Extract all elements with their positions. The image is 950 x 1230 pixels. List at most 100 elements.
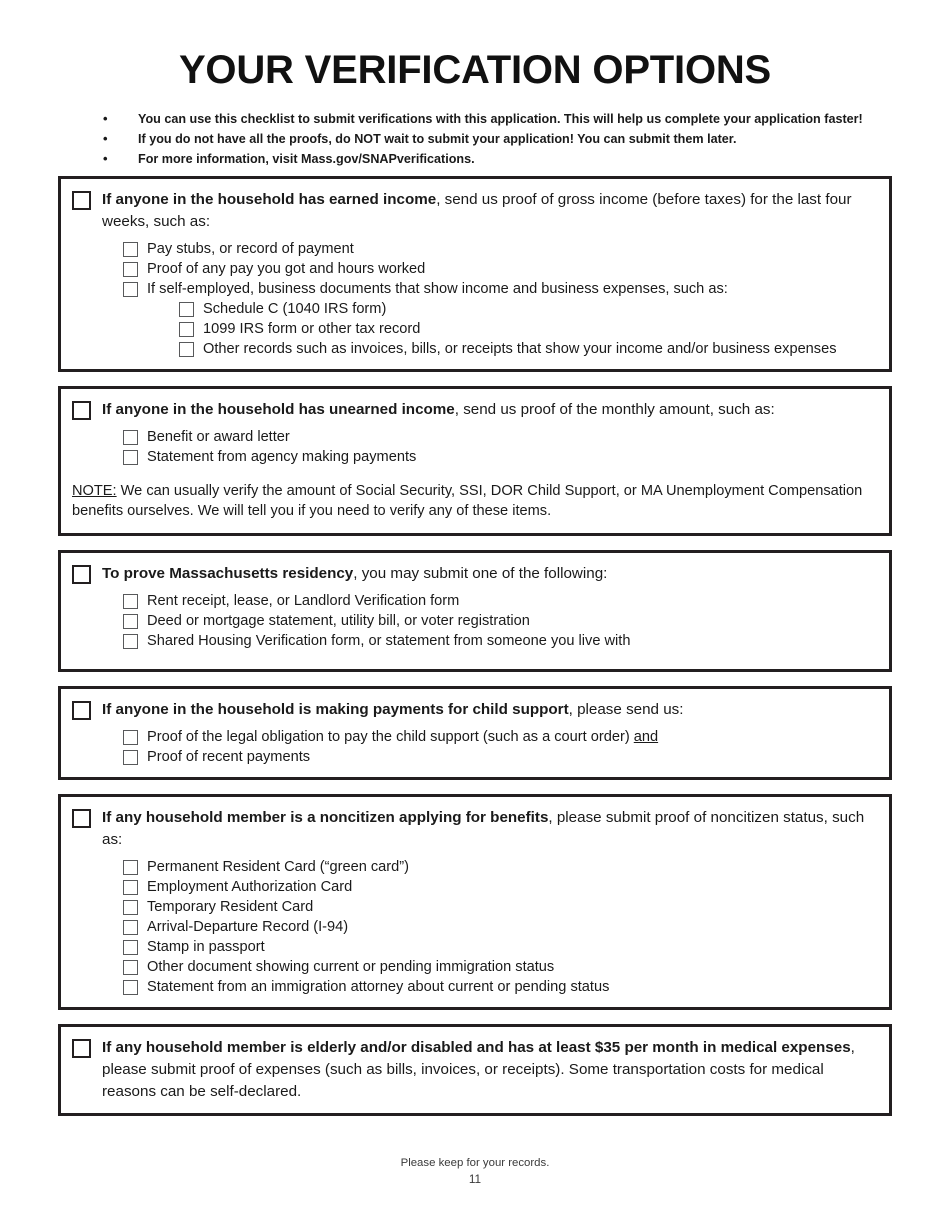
section-heading-row: To prove Massachusetts residency, you ma… (72, 563, 877, 585)
list-item: Shared Housing Verification form, or sta… (123, 631, 877, 651)
verification-sections: If anyone in the household has earned in… (58, 176, 892, 1130)
checkbox-item[interactable] (123, 730, 138, 745)
section-note-text: We can usually verify the amount of Soci… (72, 483, 863, 519)
checkbox-item[interactable] (123, 262, 138, 277)
section-heading-text: If anyone in the household has earned in… (102, 189, 877, 233)
checkbox-item[interactable] (123, 980, 138, 995)
list-item: Arrival-Departure Record (I-94) (123, 917, 877, 937)
list-item-label: Statement from an immigration attorney a… (147, 979, 610, 995)
list-item-emphasis: and (633, 729, 659, 745)
checkbox-item[interactable] (123, 960, 138, 975)
list-item-text: Rent receipt, lease, or Landlord Verific… (147, 591, 877, 611)
list-item-label: Temporary Resident Card (147, 899, 314, 915)
checkbox-item[interactable] (123, 880, 138, 895)
list-item: Proof of any pay you got and hours worke… (123, 259, 877, 279)
list-item-text: Statement from an immigration attorney a… (147, 977, 877, 997)
section-heading-row: If anyone in the household has earned in… (72, 189, 877, 233)
page-title: YOUR VERIFICATION OPTIONS (178, 48, 772, 92)
checkbox-earned-income[interactable] (72, 191, 91, 210)
checkbox-item[interactable] (179, 342, 194, 357)
list-item-text: Temporary Resident Card (147, 897, 877, 917)
checkbox-child-support[interactable] (72, 701, 91, 720)
list-item-text: Permanent Resident Card (“green card”) (147, 857, 877, 877)
section-heading-row: If any household member is a noncitizen … (72, 807, 877, 851)
list-item: Permanent Resident Card (“green card”) (123, 857, 877, 877)
list-item-label: Pay stubs, or record of payment (147, 241, 354, 257)
section-heading-row: If anyone in the household is making pay… (72, 699, 877, 721)
intro-bullet-item: • For more information, visit Mass.gov/SN… (0, 149, 950, 169)
section-item-list: Rent receipt, lease, or Landlord Verific… (72, 591, 877, 651)
list-item: If self-employed, business documents tha… (123, 279, 877, 299)
checkbox-medical-expenses[interactable] (72, 1039, 91, 1058)
list-item-label: Other records such as invoices, bills, o… (203, 341, 837, 357)
checkbox-item[interactable] (123, 614, 138, 629)
checkbox-item[interactable] (123, 430, 138, 445)
section-heading-bold: If anyone in the household has unearned … (102, 401, 455, 418)
list-item-text: Pay stubs, or record of payment (147, 239, 877, 259)
list-item: Temporary Resident Card (123, 897, 877, 917)
list-item: 1099 IRS form or other tax record (179, 319, 877, 339)
section-item-list: Permanent Resident Card (“green card”) Em… (72, 857, 877, 997)
list-item: Benefit or award letter (123, 427, 877, 447)
section-item-list: Pay stubs, or record of payment Proof of … (72, 239, 877, 359)
section-heading-rest: , you may submit one of the following: (353, 565, 608, 582)
list-item-label: Statement from agency making payments (147, 449, 417, 465)
list-item-text: Statement from agency making payments (147, 447, 877, 467)
list-item-text: Stamp in passport (147, 937, 877, 957)
checkbox-residency[interactable] (72, 565, 91, 584)
section-box-residency: To prove Massachusetts residency, you ma… (58, 550, 892, 672)
section-note: NOTE: We can usually verify the amount o… (72, 481, 877, 521)
checkbox-item[interactable] (123, 450, 138, 465)
list-item-label: Schedule C (1040 IRS form) (203, 301, 387, 317)
list-item: Rent receipt, lease, or Landlord Verific… (123, 591, 877, 611)
checkbox-item[interactable] (179, 302, 194, 317)
list-item: Pay stubs, or record of payment (123, 239, 877, 259)
list-item-label: Proof of the legal obligation to pay the… (147, 729, 634, 745)
checkbox-noncitizen[interactable] (72, 809, 91, 828)
section-heading-rest: , please send us: (568, 701, 684, 718)
checkbox-item[interactable] (123, 242, 138, 257)
document-page: YOUR VERIFICATION OPTIONS • You can use t… (0, 0, 950, 1230)
checkbox-item[interactable] (123, 594, 138, 609)
list-item-label: Stamp in passport (147, 939, 265, 955)
section-box-child-support: If anyone in the household is making pay… (58, 686, 892, 780)
checkbox-item[interactable] (123, 940, 138, 955)
list-item: Deed or mortgage statement, utility bill… (123, 611, 877, 631)
section-heading-text: If any household member is elderly and/o… (102, 1037, 877, 1103)
checkbox-item[interactable] (123, 634, 138, 649)
section-heading-bold: If any household member is elderly and/o… (102, 1039, 851, 1056)
list-item: Proof of recent payments (123, 747, 877, 767)
checkbox-item[interactable] (123, 282, 138, 297)
list-item-label: Benefit or award letter (147, 429, 290, 445)
section-heading-text: To prove Massachusetts residency, you ma… (102, 563, 877, 585)
list-item: Stamp in passport (123, 937, 877, 957)
intro-bullet-text: You can use this checklist to submit ver… (138, 112, 863, 126)
checkbox-item[interactable] (179, 322, 194, 337)
checkbox-item[interactable] (123, 860, 138, 875)
section-heading-text: If any household member is a noncitizen … (102, 807, 877, 851)
checkbox-unearned-income[interactable] (72, 401, 91, 420)
section-heading-row: If any household member is elderly and/o… (72, 1037, 877, 1103)
section-heading-row: If anyone in the household has unearned … (72, 399, 877, 421)
list-item: Other records such as invoices, bills, o… (179, 339, 877, 359)
section-heading-bold: If anyone in the household has earned in… (102, 191, 437, 208)
checkbox-item[interactable] (123, 920, 138, 935)
list-item: Other document showing current or pendin… (123, 957, 877, 977)
intro-bullet-text: If you do not have all the proofs, do NO… (138, 132, 737, 146)
list-item: Employment Authorization Card (123, 877, 877, 897)
list-item-text: Deed or mortgage statement, utility bill… (147, 611, 877, 631)
section-box-unearned-income: If anyone in the household has unearned … (58, 386, 892, 536)
checkbox-item[interactable] (123, 750, 138, 765)
list-item-text: Employment Authorization Card (147, 877, 877, 897)
list-item-text: Other records such as invoices, bills, o… (203, 339, 877, 359)
list-item-text: Arrival-Departure Record (I-94) (147, 917, 877, 937)
list-item-label: Permanent Resident Card (“green card”) (147, 859, 409, 875)
section-heading-text: If anyone in the household is making pay… (102, 699, 877, 721)
list-item: Statement from an immigration attorney a… (123, 977, 877, 997)
checkbox-item[interactable] (123, 900, 138, 915)
list-item-text: Benefit or award letter (147, 427, 877, 447)
intro-bullet-item: • You can use this checklist to submit ve… (0, 109, 950, 129)
list-item-label: Deed or mortgage statement, utility bill… (147, 613, 530, 629)
list-item-label: Arrival-Departure Record (I-94) (147, 919, 349, 935)
